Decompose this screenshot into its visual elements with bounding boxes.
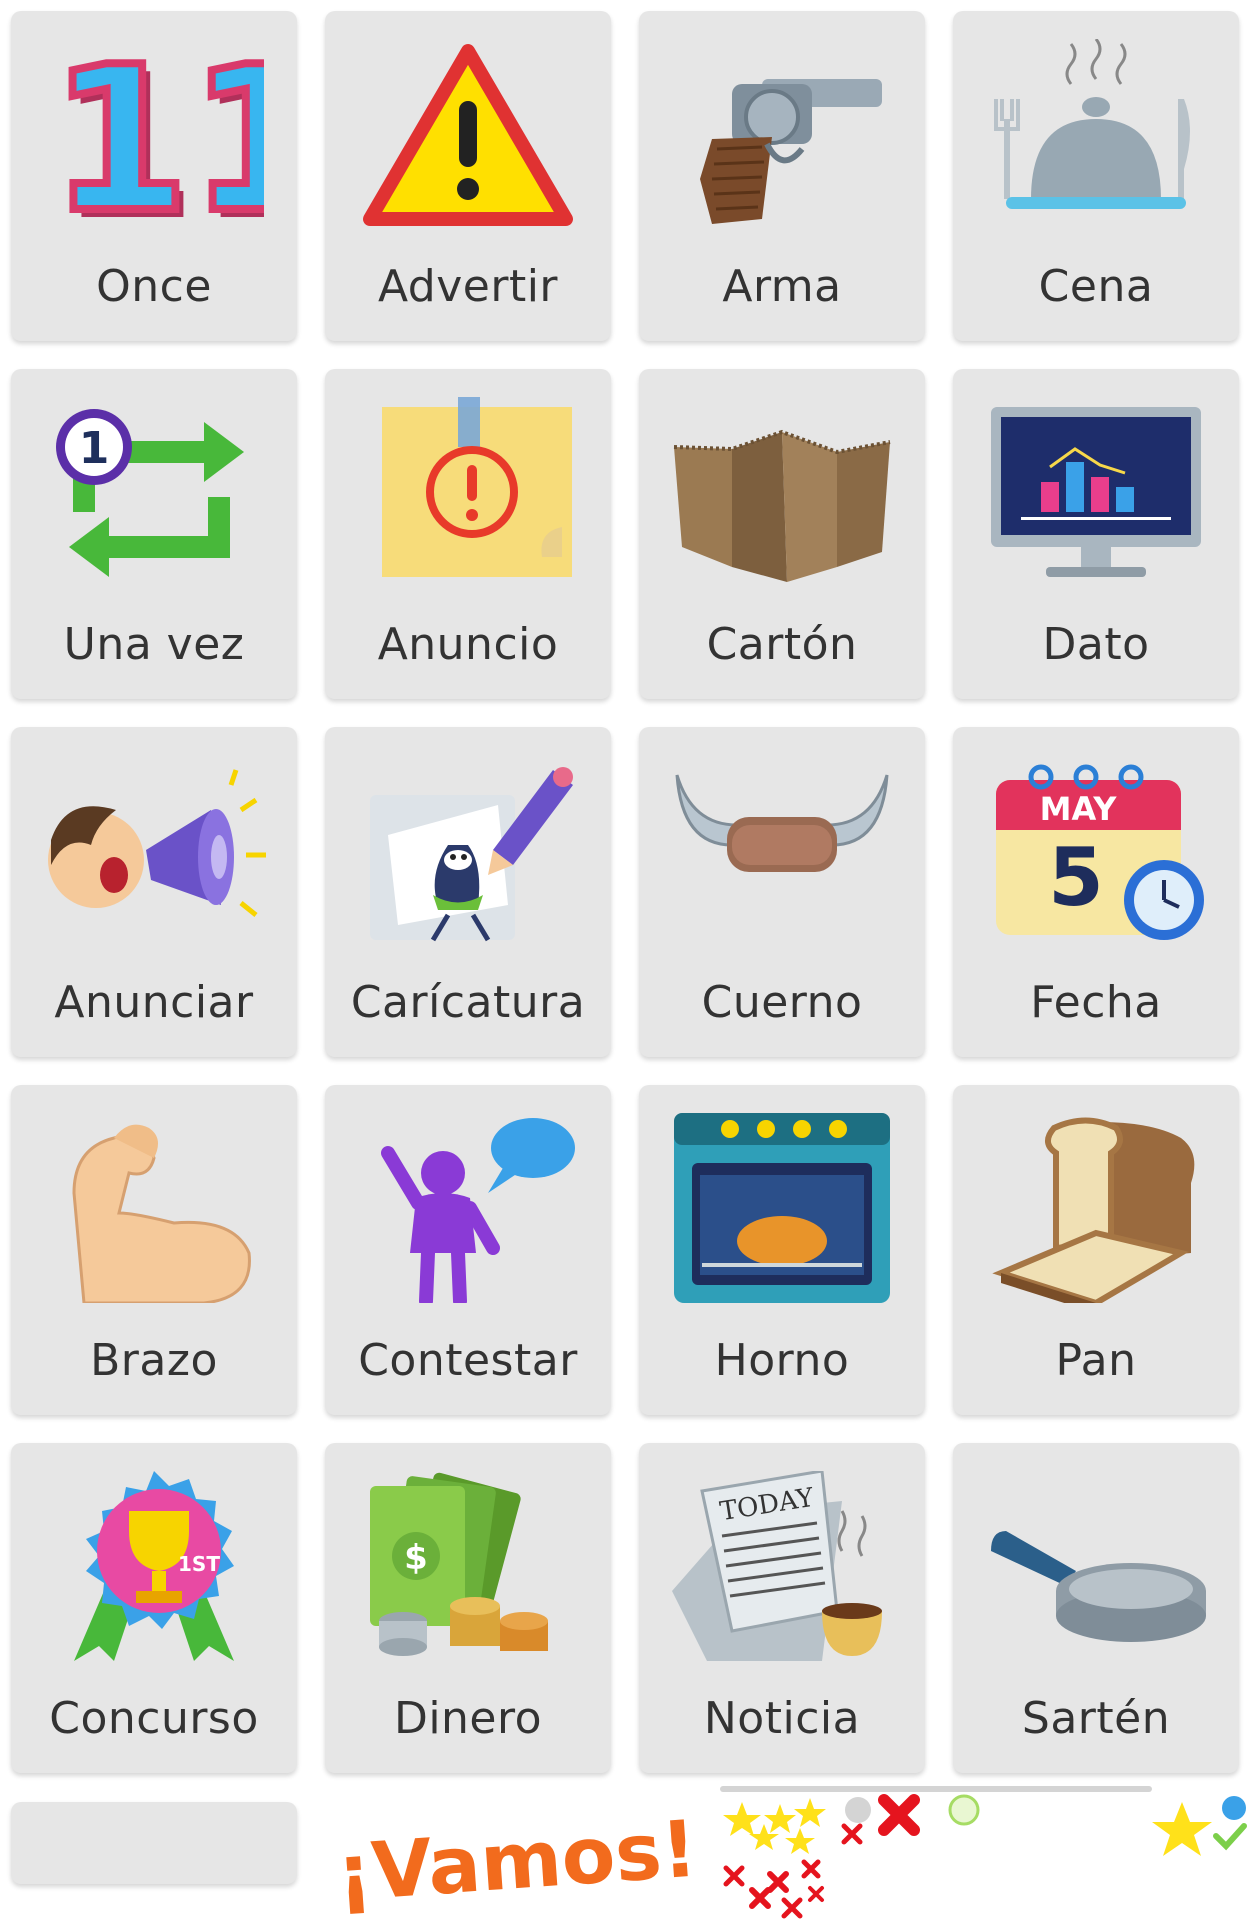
calendar-day-text: 5: [1048, 831, 1104, 924]
frying-pan-icon: [991, 1531, 1206, 1642]
number-eleven-face: 11: [50, 39, 264, 229]
card-cena[interactable]: Cena: [953, 11, 1239, 341]
number-eleven-icon: 11 11: [46, 39, 264, 229]
newspaper-icon: TODAY: [672, 1471, 882, 1661]
card-label: Sartén: [1021, 1693, 1171, 1744]
card-anuncio[interactable]: Anuncio: [325, 369, 611, 699]
revolver-icon: [700, 79, 882, 224]
green-dot-icon: [948, 1794, 980, 1826]
card-cuerno[interactable]: Cuerno: [639, 727, 925, 1057]
card-arma[interactable]: Arma: [639, 11, 925, 341]
card-label: Noticia: [703, 1693, 861, 1744]
calendar-date-icon: MAY 5: [996, 764, 1204, 940]
cardboard-icon: [673, 429, 891, 582]
card-dinero[interactable]: $ Dinero: [325, 1443, 611, 1773]
card-pan[interactable]: Pan: [953, 1085, 1239, 1415]
card-label: Anunciar: [54, 977, 254, 1028]
calendar-month-text: MAY: [1040, 790, 1118, 828]
answer-speech-icon: [381, 1118, 575, 1303]
card-label: Dinero: [393, 1693, 543, 1744]
blank-card: [11, 1802, 297, 1884]
card-concurso[interactable]: 1ST Concurso: [11, 1443, 297, 1773]
card-label: Horno: [714, 1335, 850, 1386]
vamos-logo: ¡Vamos!: [331, 1803, 702, 1916]
card-noticia[interactable]: TODAY Noticia: [639, 1443, 925, 1773]
check-icon: [1213, 1823, 1247, 1851]
card-caricatura[interactable]: Carícatura: [325, 727, 611, 1057]
card-label: Fecha: [1030, 977, 1162, 1028]
money-icon: $: [370, 1472, 548, 1656]
card-label: Advertir: [377, 261, 559, 312]
vamos-logo-text: ¡Vamos!: [333, 1805, 700, 1916]
warning-sign-icon: [363, 44, 573, 226]
card-label: Dato: [1042, 619, 1150, 670]
card-label: Anuncio: [377, 619, 559, 670]
card-label: Brazo: [90, 1335, 218, 1386]
card-label: Once: [96, 261, 212, 312]
card-advertir[interactable]: Advertir: [325, 11, 611, 341]
progress-track: [720, 1786, 1152, 1792]
card-label: Pan: [1055, 1335, 1137, 1386]
card-label: Una vez: [63, 619, 245, 670]
repeat-once-icon: 1: [56, 409, 244, 577]
dinner-cloche-icon: [994, 39, 1190, 209]
card-horno[interactable]: Horno: [639, 1085, 925, 1415]
card-label: Concurso: [49, 1693, 259, 1744]
flexed-arm-icon: [72, 1124, 251, 1303]
yellow-stars-icon: [723, 1798, 826, 1854]
card-anunciar[interactable]: Anunciar: [11, 727, 297, 1057]
card-label: Carícatura: [350, 977, 586, 1028]
gray-dot-icon: [845, 1797, 871, 1823]
blue-dot-icon: [1222, 1796, 1246, 1820]
card-fecha[interactable]: MAY 5 Fecha: [953, 727, 1239, 1057]
trophy-place-text: 1ST: [178, 1552, 220, 1576]
trophy-ribbon-icon: 1ST: [74, 1471, 234, 1661]
data-monitor-icon: [991, 407, 1201, 577]
card-sarten[interactable]: Sartén: [953, 1443, 1239, 1773]
horns-icon: [675, 774, 889, 872]
progress-decoration: [720, 1786, 1247, 1919]
card-contestar[interactable]: Contestar: [325, 1085, 611, 1415]
star-icon: [1152, 1802, 1212, 1856]
notice-note-icon: [382, 397, 572, 577]
card-label: Cena: [1038, 261, 1154, 312]
money-symbol-text: $: [404, 1538, 428, 1578]
card-brazo[interactable]: Brazo: [11, 1085, 297, 1415]
card-carton[interactable]: Cartón: [639, 369, 925, 699]
card-label: Cartón: [706, 619, 858, 670]
card-label: Contestar: [358, 1335, 578, 1386]
card-label: Cuerno: [701, 977, 863, 1028]
cartoon-drawing-icon: [370, 767, 573, 942]
card-once[interactable]: 11 11 Once: [11, 11, 297, 341]
card-label: Arma: [722, 261, 842, 312]
card-dato[interactable]: Dato: [953, 369, 1239, 699]
bread-loaf-icon: [992, 1117, 1195, 1303]
repeat-count-text: 1: [79, 423, 110, 474]
card-una-vez[interactable]: 1 Una vez: [11, 369, 297, 699]
megaphone-icon: [48, 769, 266, 917]
oven-icon: [674, 1113, 890, 1303]
